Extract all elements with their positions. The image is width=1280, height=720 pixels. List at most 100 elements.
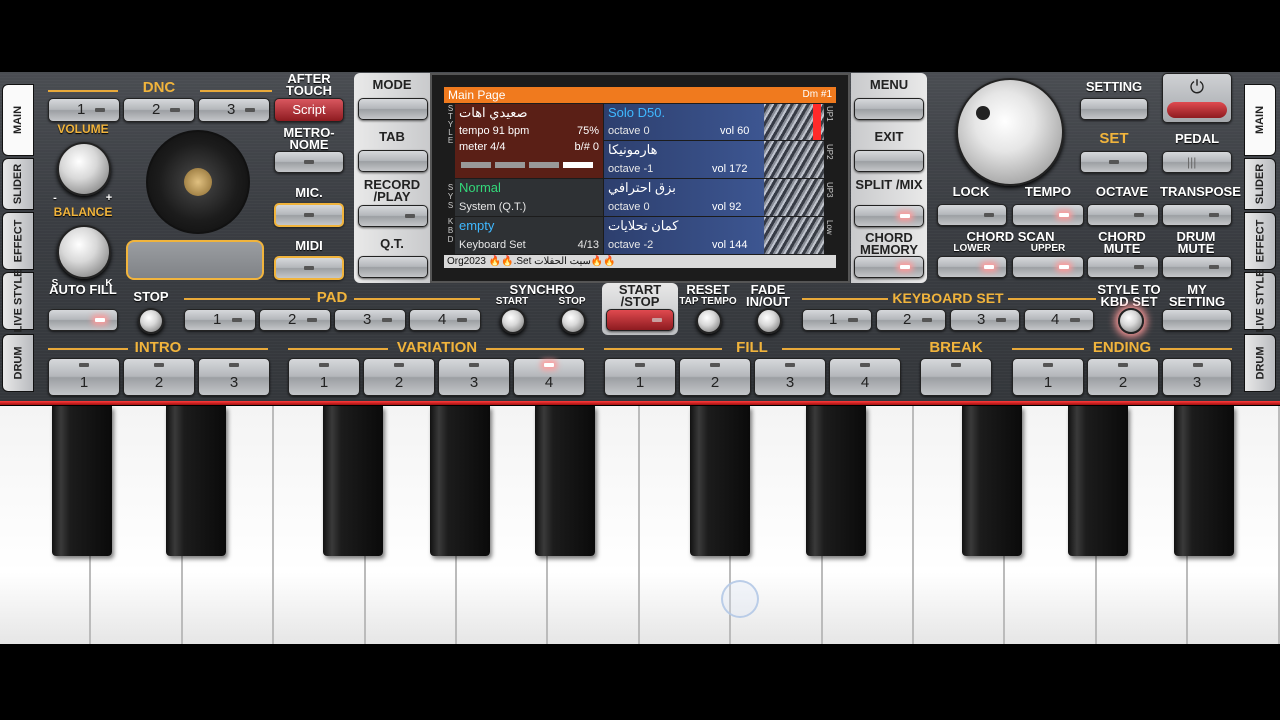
kbd-set-button-2[interactable]: 2 (876, 309, 946, 331)
black-key[interactable] (323, 406, 383, 556)
tempo-button[interactable] (1012, 204, 1084, 226)
fill-button-3[interactable]: 3 (754, 358, 826, 396)
transpose-button[interactable] (1162, 204, 1232, 226)
tab-drum-left[interactable]: DRUM (2, 334, 34, 392)
synchro-stop-knob[interactable] (560, 308, 586, 334)
ending-button-2[interactable]: 2 (1087, 358, 1159, 396)
tab-drum-right[interactable]: DRUM (1244, 334, 1276, 392)
fade-knob[interactable] (756, 308, 782, 334)
jog-wheel[interactable] (146, 130, 250, 234)
ending-button-3[interactable]: 3 (1162, 358, 1232, 396)
split-mix-button[interactable] (854, 205, 924, 227)
instrument-up2[interactable]: هارمونيكا octave -1 vol 172 (604, 141, 824, 178)
intro-label: INTRO (134, 339, 182, 356)
pad-button-2[interactable]: 2 (259, 309, 331, 331)
chord-memory-button[interactable] (854, 256, 924, 278)
intro-button-3[interactable]: 3 (198, 358, 270, 396)
black-key[interactable] (1174, 406, 1234, 556)
fill-led-1 (635, 363, 645, 367)
tab-live-style-left[interactable]: LIVE STYLE (2, 270, 34, 332)
auto-fill-button[interactable] (48, 309, 118, 331)
dnc-button-2[interactable]: 2 (123, 98, 195, 122)
system-cell[interactable]: Normal System (Q.T.) (455, 179, 603, 216)
intro-button-1[interactable]: 1 (48, 358, 120, 396)
pad-button-3[interactable]: 3 (334, 309, 406, 331)
start-stop-button[interactable] (606, 309, 674, 331)
kbd-set-button-3[interactable]: 3 (950, 309, 1020, 331)
tab-effect-right[interactable]: EFFECT (1244, 212, 1276, 270)
lock-button[interactable] (937, 204, 1007, 226)
fill-button-2[interactable]: 2 (679, 358, 751, 396)
tab-main-left[interactable]: MAIN (2, 84, 34, 156)
my-setting-button[interactable] (1162, 309, 1232, 331)
qt-button[interactable] (358, 256, 428, 278)
tab-label: SLIDER (1254, 163, 1266, 205)
kbd-count: 4/13 (577, 239, 599, 251)
volume-knob[interactable] (57, 142, 111, 196)
instrument-up3[interactable]: بزق احترافي octave 0 vol 92 (604, 179, 824, 216)
variation-button-3[interactable]: 3 (438, 358, 510, 396)
style-meter: meter 4/4 (459, 141, 506, 153)
chord-scan-upper-button[interactable] (1012, 256, 1084, 278)
dnc-button-3[interactable]: 3 (198, 98, 270, 122)
script-button[interactable]: Script (274, 98, 344, 122)
menu-button[interactable] (854, 98, 924, 120)
fill-button-1[interactable]: 1 (604, 358, 676, 396)
fill-button-4[interactable]: 4 (829, 358, 901, 396)
chord-scan-lower-button[interactable] (937, 256, 1007, 278)
main-display: Main Page Dm #1 STYLE SYS KBD صعيدي اهات… (430, 73, 850, 283)
tab-effect-left[interactable]: EFFECT (2, 212, 34, 270)
exit-button[interactable] (854, 150, 924, 172)
tab-main-right[interactable]: MAIN (1244, 84, 1276, 156)
power-button[interactable]: ⏻ (1162, 73, 1232, 123)
black-key[interactable] (430, 406, 490, 556)
black-key[interactable] (1068, 406, 1128, 556)
black-key[interactable] (962, 406, 1022, 556)
drum-mute-button[interactable] (1162, 256, 1232, 278)
stop-knob[interactable] (138, 308, 164, 334)
pad-button-4[interactable]: 4 (409, 309, 481, 331)
intro-button-2[interactable]: 2 (123, 358, 195, 396)
tab-live-style-right[interactable]: LIVE STYLE (1244, 270, 1276, 332)
record-play-button[interactable] (358, 205, 428, 227)
setting-button[interactable] (1080, 98, 1148, 120)
data-dial[interactable] (956, 78, 1064, 186)
instrument-lower[interactable]: كمان تحلايات octave -2 vol 144 (604, 217, 824, 254)
button-label: 1 (635, 374, 645, 391)
balance-knob[interactable] (57, 225, 111, 279)
variation-button-1[interactable]: 1 (288, 358, 360, 396)
kbd-set-button-1[interactable]: 1 (802, 309, 872, 331)
chord-mute-button[interactable] (1087, 256, 1159, 278)
dial-indicator-icon (976, 106, 990, 120)
instrument-up1[interactable]: Solo D50. octave 0 vol 60 (604, 104, 824, 140)
reset-knob[interactable] (696, 308, 722, 334)
pedal-button[interactable]: ||| (1162, 151, 1232, 173)
octave-button[interactable] (1087, 204, 1159, 226)
black-key[interactable] (52, 406, 112, 556)
variation-button-2[interactable]: 2 (363, 358, 435, 396)
pad-button-1[interactable]: 1 (184, 309, 256, 331)
beat-2 (495, 162, 525, 168)
mode-button[interactable] (358, 98, 428, 120)
tab-slider-right[interactable]: SLIDER (1244, 158, 1276, 210)
black-key[interactable] (806, 406, 866, 556)
synchro-start-knob[interactable] (500, 308, 526, 334)
break-button[interactable] (920, 358, 992, 396)
black-key[interactable] (166, 406, 226, 556)
tab-slider-left[interactable]: SLIDER (2, 158, 34, 210)
tab-button[interactable] (358, 150, 428, 172)
synchro-stop-label: STOP (558, 296, 586, 307)
style-to-kbd-knob[interactable] (1118, 308, 1144, 334)
fill-led-3 (785, 363, 795, 367)
break-label: BREAK (929, 339, 983, 356)
style-cell[interactable]: صعيدي اهات tempo 91 bpm 75% meter 4/4 b/… (455, 104, 603, 178)
transpose-label: TRANSPOSE (1160, 184, 1241, 199)
touch-pad[interactable] (126, 240, 264, 280)
ending-button-1[interactable]: 1 (1012, 358, 1084, 396)
keyboard-set-cell[interactable]: empty Keyboard Set 4/13 (455, 217, 603, 254)
black-key[interactable] (690, 406, 750, 556)
variation-button-4[interactable]: 4 (513, 358, 585, 396)
dnc-button-1[interactable]: 1 (48, 98, 120, 122)
kbd-set-button-4[interactable]: 4 (1024, 309, 1094, 331)
black-key[interactable] (535, 406, 595, 556)
